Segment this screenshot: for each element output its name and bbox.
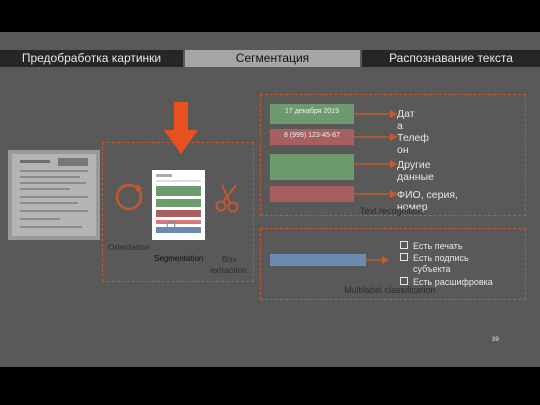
phone-snippet: 8 (999) 123-45-67 [270, 129, 354, 145]
name-series-snippet [270, 186, 354, 202]
checkbox-icon [400, 241, 408, 249]
box-extraction-label-1: Box [222, 254, 237, 264]
field-arrows [354, 110, 398, 198]
box-extraction-label-2: extraction [210, 265, 247, 275]
orientation-label: Orientation [108, 242, 150, 252]
page-number: 39 [491, 336, 499, 343]
checkbox-icon [400, 253, 408, 261]
stage-tabs: Предобработка картинки Сегментация Распо… [0, 50, 540, 67]
field-label-other: Другие данные [397, 159, 434, 183]
tab-preprocessing[interactable]: Предобработка картинки [0, 50, 183, 67]
other-data-snippet [270, 154, 354, 180]
checklist-item-stamp: Есть печать [400, 241, 463, 252]
tab-text-recognition[interactable]: Распознавание текста [362, 50, 540, 67]
source-document-image [8, 150, 100, 240]
slide: Предобработка картинки Сегментация Распо… [0, 32, 540, 367]
field-label-phone: Телеф он [397, 132, 429, 156]
scissors-icon [215, 184, 239, 213]
rotate-icon [115, 183, 143, 211]
text-recognition-label: Text recognition [360, 206, 424, 216]
segmentation-label: Segmentation [154, 254, 204, 263]
date-snippet: 17 декабря 2019 [270, 104, 354, 124]
field-label-date: Дат а [397, 108, 415, 132]
checklist-item-signature: Есть подпись субъекта [400, 253, 469, 275]
stamp-snippet [270, 254, 366, 266]
arrow-down-icon [164, 102, 198, 154]
checkbox-icon [400, 277, 408, 285]
tab-segmentation[interactable]: Сегментация [185, 50, 360, 67]
segmented-document-image [152, 170, 205, 240]
multilabel-arrow [366, 256, 389, 264]
multilabel-label: Multilabel classification [344, 285, 436, 295]
